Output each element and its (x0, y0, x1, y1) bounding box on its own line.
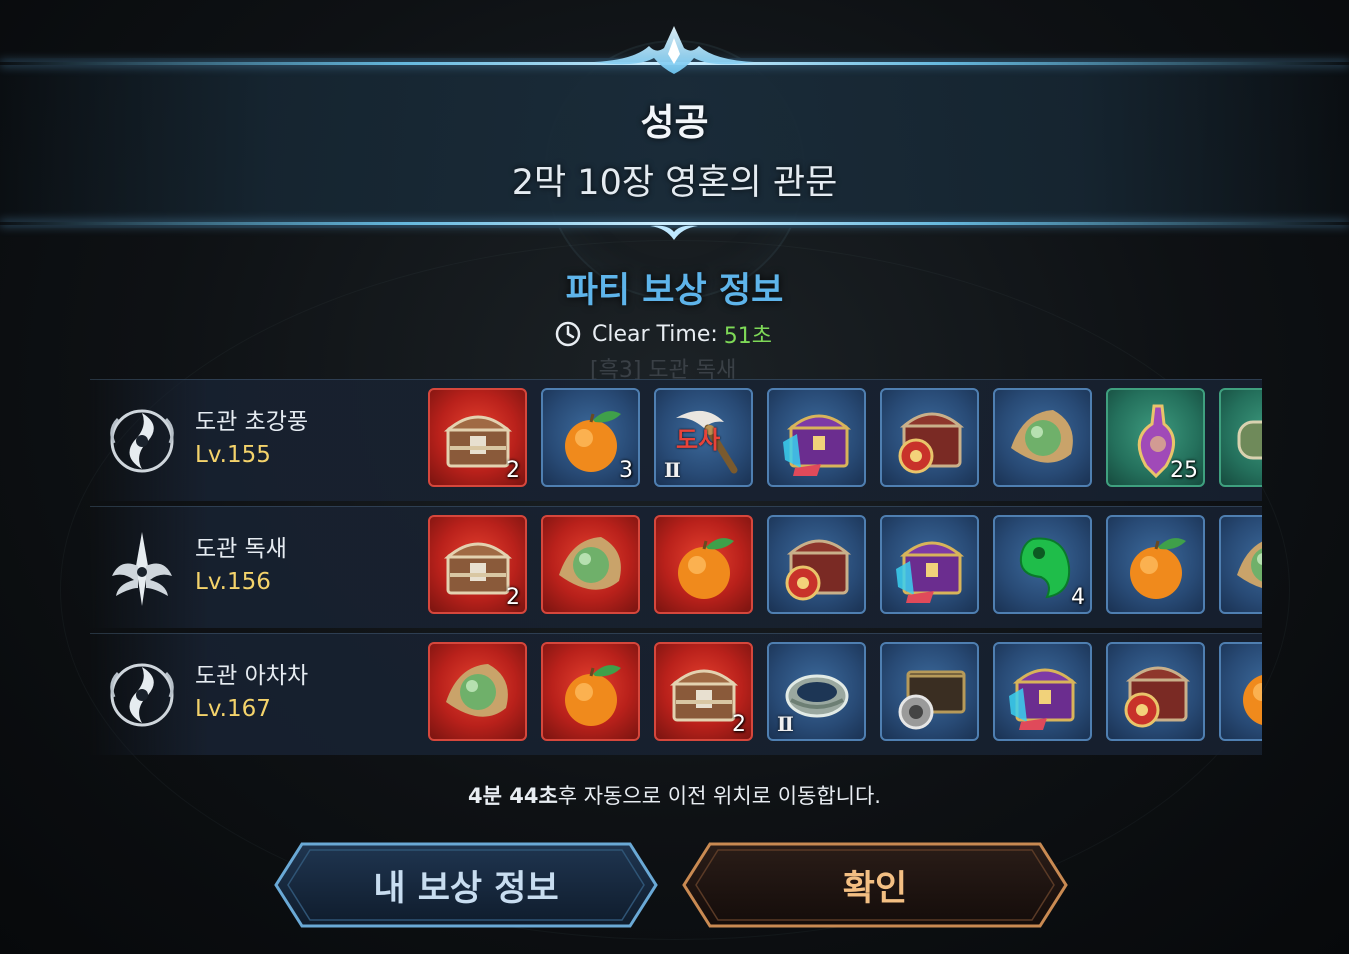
reward-item[interactable] (767, 515, 866, 614)
player-name: 도관 아차차 (195, 663, 309, 689)
reward-item[interactable] (767, 388, 866, 487)
orange-fruit-icon (565, 665, 621, 726)
reward-item[interactable] (428, 642, 527, 741)
reward-item[interactable]: Ⅱ (767, 642, 866, 741)
reward-item[interactable]: 2 (428, 388, 527, 487)
clear-time-label: Clear Time: (592, 321, 718, 347)
jade-pearl-icon (1237, 541, 1262, 588)
reward-item-list: 2Ⅱ (428, 642, 1262, 742)
jade-pearl-icon (446, 664, 508, 717)
player-name: 도관 초강풍 (195, 409, 309, 435)
reward-item[interactable] (880, 388, 979, 487)
reward-item[interactable]: 25 (1106, 388, 1205, 487)
jade-pearl-icon (559, 537, 621, 590)
stage-title: 2막 10장 영혼의 관문 (511, 163, 838, 203)
item-count: 2 (732, 712, 746, 737)
reward-item[interactable]: 도사 Ⅱ (654, 388, 753, 487)
banner-bottom-ornament-icon (650, 225, 698, 240)
item-grade: Ⅱ (664, 458, 681, 482)
wing-crest-icon (104, 526, 180, 610)
reward-item[interactable] (1219, 642, 1262, 741)
reward-item[interactable]: 2 (428, 515, 527, 614)
reward-item[interactable] (654, 515, 753, 614)
my-reward-label: 내 보상 정보 (373, 868, 559, 909)
party-row: 도관 초강풍 Lv.155 2 3 도사 Ⅱ 25 (90, 379, 1262, 501)
item-count: 3 (619, 458, 633, 483)
reward-item[interactable]: 4 (993, 515, 1092, 614)
player-level: Lv.156 (195, 569, 271, 595)
player-name: 도관 독새 (195, 536, 287, 562)
reward-item-list: 2 3 도사 Ⅱ 25 (428, 388, 1262, 488)
confirm-label: 확인 (842, 868, 908, 909)
banner-ornament-icon (594, 26, 754, 74)
clock-icon (555, 321, 581, 347)
item-count: 2 (506, 585, 520, 610)
orange-fruit-icon (678, 538, 734, 599)
item-count: 2 (506, 458, 520, 483)
party-reward-title: 파티 보상 정보 (565, 271, 784, 311)
reward-item[interactable] (880, 515, 979, 614)
swirl-crest-icon (104, 399, 180, 483)
scroll-icon (1237, 420, 1262, 460)
reward-item[interactable] (1106, 642, 1205, 741)
purple-chest-icon (1009, 668, 1078, 730)
reward-item[interactable] (1219, 388, 1262, 487)
clear-time-value: 51초 (723, 324, 773, 349)
item-count: 25 (1170, 458, 1198, 483)
reward-item[interactable] (993, 642, 1092, 741)
item-count: 4 (1071, 585, 1085, 610)
purple-chest-icon (896, 541, 965, 603)
red-chest-icon (785, 539, 852, 601)
player-level: Lv.155 (195, 442, 271, 468)
clear-time: Clear Time: 51초 (554, 318, 772, 350)
red-chest-icon (1124, 666, 1191, 728)
red-chest-icon (898, 412, 965, 474)
reward-item[interactable]: 3 (541, 388, 640, 487)
reward-item[interactable] (1106, 515, 1205, 614)
purple-chest-icon (783, 414, 852, 476)
reward-item[interactable] (541, 515, 640, 614)
auto-return-text: 후 자동으로 이전 위치로 이동합니다. (557, 784, 881, 808)
item-grade: Ⅱ (777, 712, 794, 736)
orange-fruit-icon (1130, 538, 1186, 599)
jade-pearl-icon (1011, 410, 1073, 463)
swirl-crest-icon (104, 653, 180, 737)
auto-return-message: 4분 44초후 자동으로 이전 위치로 이동합니다. (0, 780, 1349, 810)
reward-item-list: 24 (428, 515, 1262, 615)
party-row: 도관 독새 Lv.156 24 (90, 506, 1262, 628)
reward-item[interactable] (993, 388, 1092, 487)
my-reward-button[interactable]: 내 보상 정보 (272, 840, 660, 930)
orange-fruit-icon (1243, 674, 1262, 726)
party-row: 도관 아차차 Lv.167 2Ⅱ (90, 633, 1262, 755)
reward-item[interactable] (880, 642, 979, 741)
result-title: 성공 (640, 101, 709, 144)
coin-chest-icon (898, 670, 966, 730)
player-level: Lv.167 (195, 696, 271, 722)
reward-item[interactable] (1219, 515, 1262, 614)
item-tag: 도사 (676, 426, 721, 454)
confirm-button[interactable]: 확인 (680, 840, 1070, 930)
reward-item[interactable] (541, 642, 640, 741)
reward-item[interactable]: 2 (654, 642, 753, 741)
auto-return-timer: 4분 44초 (468, 784, 558, 808)
